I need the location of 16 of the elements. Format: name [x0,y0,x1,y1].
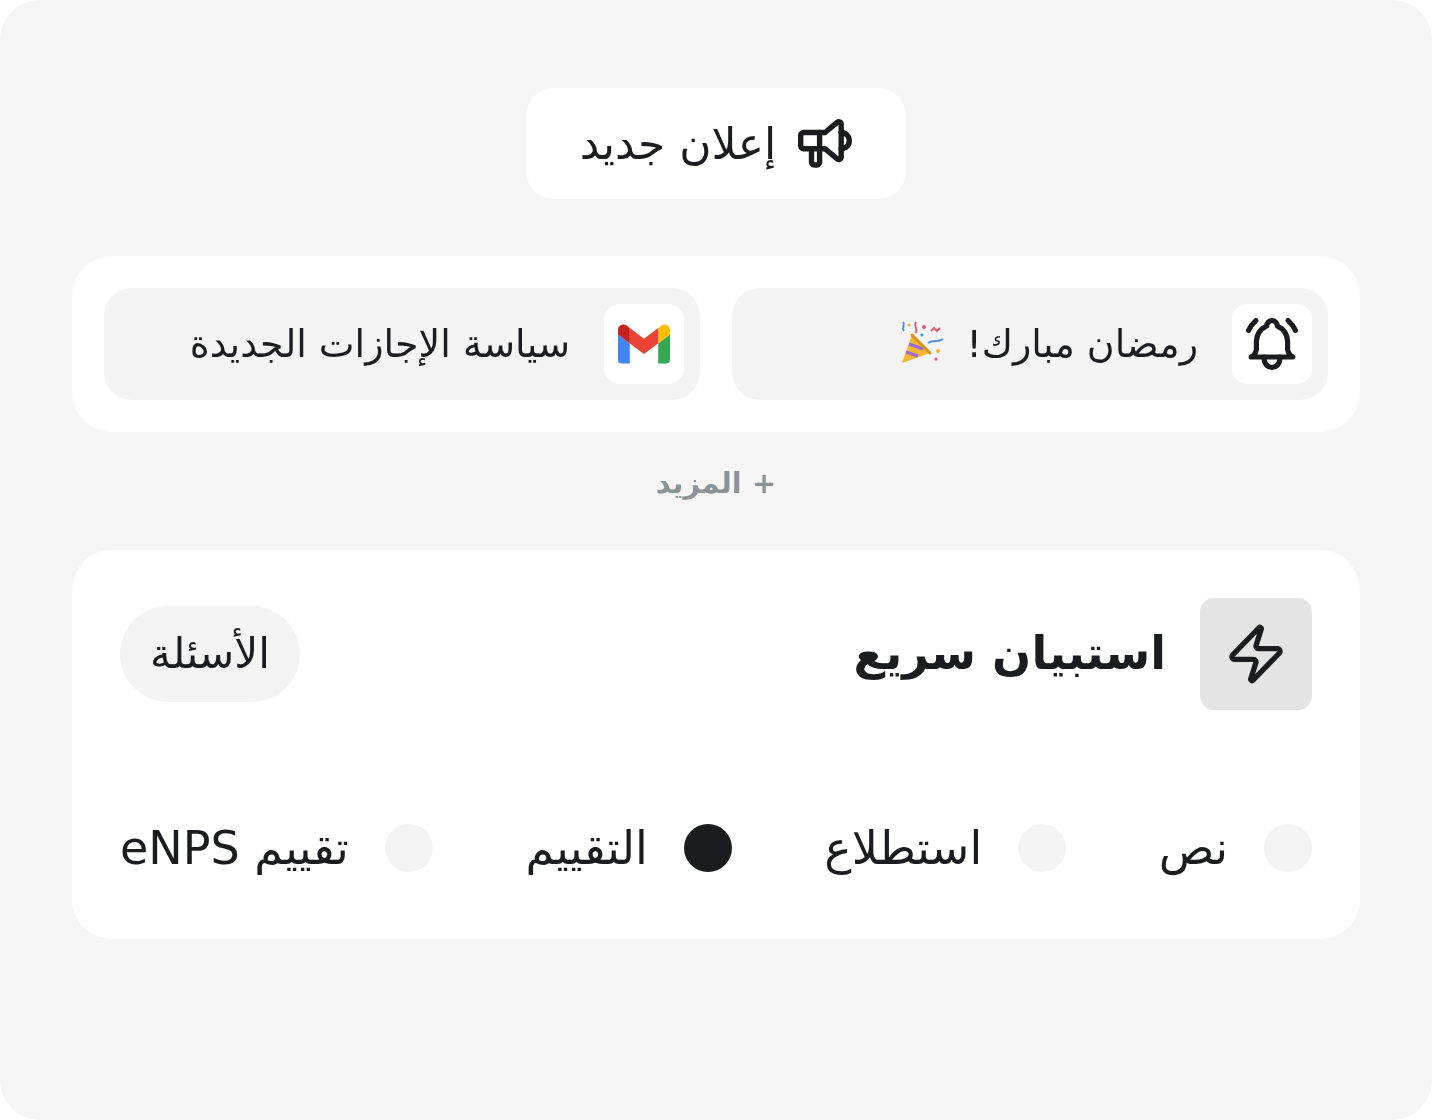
option-label[interactable]: نص [1158,813,1228,883]
lightning-icon [1200,597,1312,710]
option-label[interactable]: استطلاع [824,813,983,883]
option-label[interactable]: التقييم [525,813,648,883]
bell-icon [1232,304,1312,384]
announcement-card[interactable]: رمضان مبارك! [732,288,1328,400]
megaphone-icon [798,118,853,169]
radio-button[interactable] [683,824,732,872]
announcement-title: رمضان مبارك! [966,320,1198,368]
option-label[interactable]: تقييم eNPS [120,813,349,883]
new-announcement-button[interactable]: إعلان جديد [525,88,907,199]
announcement-title: سياسة الإجازات الجديدة [189,320,570,368]
announcement-card[interactable]: سياسة الإجازات الجديدة [104,288,700,400]
mail-logo-icon [604,304,684,384]
questions-button[interactable]: الأسئلة [120,605,300,702]
survey-title: استبيان سريع [853,625,1166,682]
